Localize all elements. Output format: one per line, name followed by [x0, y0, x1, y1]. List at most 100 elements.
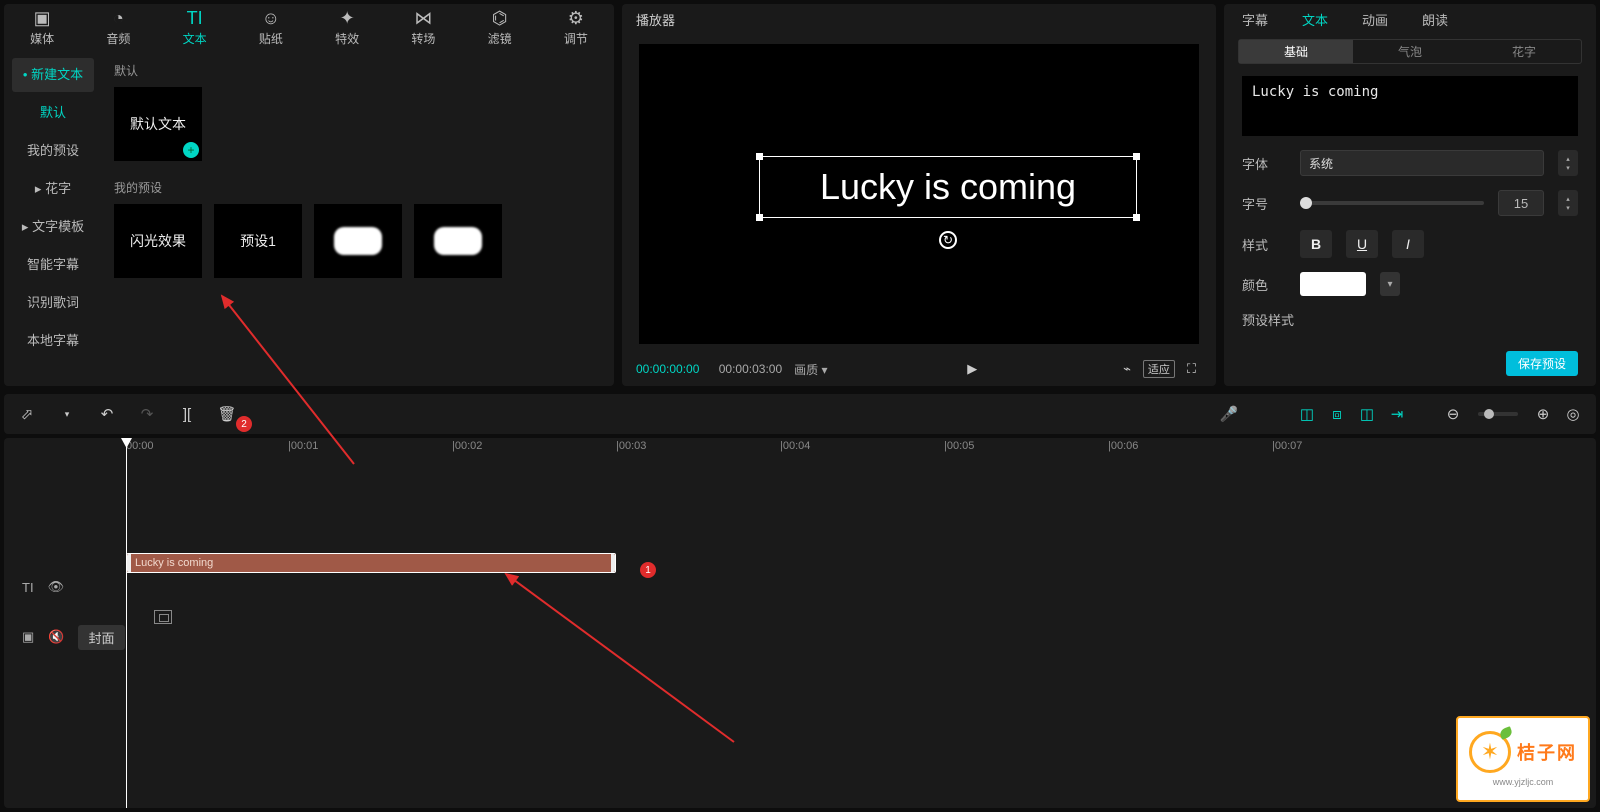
cover-button[interactable]: 封面 — [78, 625, 124, 650]
resize-handle-tr[interactable] — [1133, 153, 1140, 160]
tab-transition-label: 转场 — [411, 30, 435, 47]
sidebar-item-my-presets[interactable]: 我的预设 — [12, 134, 94, 168]
transition-icon: ⋈ — [414, 8, 432, 30]
tab-tts[interactable]: 朗读 — [1422, 10, 1448, 29]
asset-sidebar: • 新建文本 默认 我的预设 ▸ 花字 ▸ 文字模板 智能字幕 识别歌词 本地字… — [4, 50, 102, 386]
mute-icon[interactable]: 🔇 — [48, 629, 64, 645]
sidebar-item-local-subtitle[interactable]: 本地字幕 — [12, 324, 94, 358]
player-title: 播放器 — [622, 4, 1216, 35]
subtab-basic[interactable]: 基础 — [1239, 40, 1353, 63]
zoom-slider[interactable] — [1478, 412, 1518, 416]
inspector-subtabs: 基础 气泡 花字 — [1238, 39, 1582, 64]
color-swatch[interactable] — [1300, 272, 1366, 296]
redo-button[interactable]: ↷ — [136, 403, 158, 425]
rotate-handle-icon[interactable]: ↻ — [939, 231, 957, 249]
tab-effect[interactable]: ✦特效 — [309, 4, 385, 50]
align-1-icon[interactable]: ◫ — [1296, 403, 1318, 425]
quality-selector[interactable]: 画质 ▾ — [794, 361, 827, 378]
text-overlay-frame[interactable]: Lucky is coming ↻ — [759, 156, 1137, 218]
text-track-icon: TI — [22, 580, 34, 595]
delete-button[interactable]: 🗑 — [216, 403, 238, 425]
undo-button[interactable]: ↶ — [96, 403, 118, 425]
text-editor[interactable] — [1242, 76, 1578, 136]
subtab-fancy[interactable]: 花字 — [1467, 40, 1581, 63]
playhead[interactable] — [126, 438, 127, 808]
tab-adjust[interactable]: ⚙调节 — [538, 4, 614, 50]
tracks[interactable]: 00:00 |00:01 |00:02 |00:03 |00:04 |00:05… — [126, 438, 1596, 808]
annotation-badge-2: 2 — [236, 416, 252, 432]
player-panel: 播放器 Lucky is coming ↻ 00:00:00:00 00:00:… — [622, 4, 1216, 386]
slider-thumb[interactable] — [1300, 197, 1312, 209]
tab-sticker[interactable]: ☺贴纸 — [233, 4, 309, 50]
visibility-icon[interactable]: 👁 — [48, 579, 65, 595]
tab-text[interactable]: 文本 — [1302, 10, 1328, 29]
adjust-icon: ⚙ — [568, 8, 584, 30]
sidebar-item-lyrics[interactable]: 识别歌词 — [12, 286, 94, 320]
effect-icon: ✦ — [340, 8, 355, 30]
align-2-icon[interactable]: ⧈ — [1326, 403, 1348, 425]
watermark-url: www.yjzljc.com — [1493, 777, 1554, 787]
tab-filter[interactable]: ⌬滤镜 — [462, 4, 538, 50]
thumb-default-text[interactable]: 默认文本 + — [114, 87, 202, 161]
tab-subtitle[interactable]: 字幕 — [1242, 10, 1268, 29]
sidebar-item-default[interactable]: 默认 — [12, 96, 94, 130]
size-stepper[interactable]: ▴▾ — [1558, 190, 1578, 216]
tab-media-label: 媒体 — [30, 30, 54, 47]
align-4-icon[interactable]: ⇥ — [1386, 403, 1408, 425]
thumb-preset-2[interactable]: 预设1 — [214, 204, 302, 278]
italic-button[interactable]: I — [1392, 230, 1424, 258]
timeline-ruler[interactable]: 00:00 |00:01 |00:02 |00:03 |00:04 |00:05… — [126, 438, 1596, 456]
sidebar-item-smart-subtitle[interactable]: 智能字幕 — [12, 248, 94, 282]
tab-media[interactable]: ▣媒体 — [4, 4, 80, 50]
tab-audio[interactable]: ◔音频 — [80, 4, 156, 50]
bold-button[interactable]: B — [1300, 230, 1332, 258]
save-preset-button[interactable]: 保存预设 — [1506, 351, 1578, 376]
thumb-preset-1[interactable]: 闪光效果 — [114, 204, 202, 278]
zoom-thumb[interactable] — [1484, 409, 1494, 419]
inspector-panel: 字幕 文本 动画 朗读 基础 气泡 花字 字体 系统 ▴▾ 字号 15 ▴▾ — [1224, 4, 1596, 386]
size-slider[interactable] — [1300, 201, 1484, 205]
tab-text[interactable]: TI文本 — [157, 4, 233, 50]
font-stepper[interactable]: ▴▾ — [1558, 150, 1578, 176]
text-clip[interactable]: Lucky is coming — [126, 553, 616, 573]
section-my-label: 我的预设 — [114, 179, 602, 196]
zoom-in-icon[interactable]: ⊕ — [1532, 403, 1554, 425]
resize-handle-tl[interactable] — [756, 153, 763, 160]
mic-icon[interactable]: 🎤 — [1218, 403, 1240, 425]
sidebar-item-new-text[interactable]: • 新建文本 — [12, 58, 94, 92]
tab-transition[interactable]: ⋈转场 — [385, 4, 461, 50]
resize-handle-br[interactable] — [1133, 214, 1140, 221]
cursor-tool-icon[interactable]: ⬀ — [16, 403, 38, 425]
split-button[interactable]: ][ — [176, 403, 198, 425]
thumb-preset-3[interactable] — [314, 204, 402, 278]
inspector-tabs: 字幕 文本 动画 朗读 — [1228, 4, 1592, 35]
watermark: ✶ 桔子网 www.yjzljc.com — [1456, 716, 1590, 802]
sidebar-item-text-template[interactable]: ▸ 文字模板 — [12, 210, 94, 244]
zoom-fit-icon[interactable]: ◎ — [1562, 403, 1584, 425]
underline-button[interactable]: U — [1346, 230, 1378, 258]
sidebar-item-fancy-text[interactable]: ▸ 花字 — [12, 172, 94, 206]
timeline-area: TI 👁 ▣ 🔇 封面 00:00 |00:01 |00:02 |00:03 |… — [4, 438, 1596, 808]
sticker-icon: ☺ — [262, 8, 280, 30]
align-3-icon[interactable]: ◫ — [1356, 403, 1378, 425]
ruler-tick: |00:06 — [1108, 440, 1138, 452]
time-total: 00:00:03:00 — [719, 362, 782, 376]
add-icon[interactable]: + — [183, 142, 199, 158]
tab-anim[interactable]: 动画 — [1362, 10, 1388, 29]
leaf-icon — [1499, 726, 1514, 740]
fit-button[interactable]: 适应 — [1143, 360, 1175, 378]
video-track-icon: ▣ — [22, 629, 34, 645]
fullscreen-icon[interactable]: ⛶ — [1187, 361, 1196, 377]
color-dropdown-icon[interactable]: ▾ — [1380, 272, 1400, 296]
play-button[interactable]: ▶ — [967, 361, 977, 377]
subtab-bubble[interactable]: 气泡 — [1353, 40, 1467, 63]
scope-icon[interactable]: ⌁ — [1123, 361, 1131, 377]
thumb-preset-4[interactable] — [414, 204, 502, 278]
player-stage[interactable]: Lucky is coming ↻ — [639, 44, 1199, 344]
zoom-out-icon[interactable]: ⊖ — [1442, 403, 1464, 425]
resize-handle-bl[interactable] — [756, 214, 763, 221]
font-select[interactable]: 系统 — [1300, 150, 1544, 176]
ruler-tick: 00:00 — [126, 440, 154, 452]
size-label: 字号 — [1242, 194, 1286, 213]
cursor-dropdown-icon[interactable]: ▾ — [56, 403, 78, 425]
